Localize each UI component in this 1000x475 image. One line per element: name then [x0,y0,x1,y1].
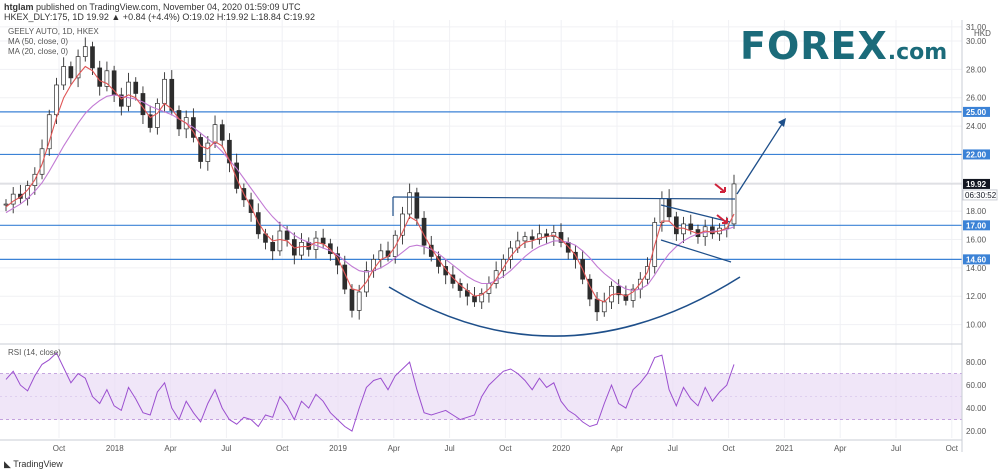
rsi-tick-label: 80.00 [966,358,987,367]
rsi-tick-label: 40.00 [966,404,987,413]
rounding-bottom-arc[interactable] [388,276,741,337]
time-tick-label: Jul [891,444,901,453]
candle-body [61,66,66,86]
price-tick-label: 16.00 [966,236,987,245]
time-tick-label: Apr [164,444,177,453]
candle-body [46,114,52,150]
candle-body [90,46,95,69]
tradingview-icon: ◣ [4,459,11,469]
last-price-text: 19.92 [966,180,987,189]
level-badge-text: 25.00 [966,108,987,117]
candle-body [212,124,218,144]
candle-body [277,230,283,252]
level-badge: 22.00 [963,149,990,160]
rsi-tick-label: 60.00 [966,381,987,390]
time-tick-label: 2021 [776,444,794,453]
currency-label: HKD [974,29,991,38]
countdown-badge: 06:30:52 [962,189,998,201]
candle-body [284,230,290,240]
candle-body [472,295,477,303]
candle-body [313,237,319,250]
level-badge: 25.00 [963,106,990,117]
price-tick-label: 14.00 [966,264,987,273]
candle-body [82,46,88,57]
candle-body [169,78,175,111]
legend-ma50: MA (50, close, 0) [8,37,68,46]
time-tick-label: Apr [834,444,847,453]
candle-body [601,301,607,313]
candle-body [320,237,326,245]
time-tick-label: 2018 [106,444,124,453]
candle-body [349,288,355,311]
candle-body [594,298,600,313]
level-badge-text: 17.00 [966,221,987,230]
time-tick-label: Oct [722,444,735,453]
chart-title: GEELY AUTO, 1D, HKEX [8,27,99,36]
level-badge: 14.60 [963,254,990,265]
price-tick-label: 12.00 [966,292,987,301]
last-price-badge: 19.92 [963,178,990,189]
rsi-tick-label: 20.00 [966,427,987,436]
legend: GEELY AUTO, 1D, HKEX MA (50, close, 0) M… [8,27,991,357]
candle-body [674,216,679,235]
price-tick-label: 24.00 [966,122,987,131]
candle-body [219,124,225,141]
candle-body [126,81,131,107]
level-badge-text: 14.60 [966,255,987,264]
time-tick-label: Jul [668,444,678,453]
candle-body [529,236,535,240]
breakout-arrow-icon [714,183,726,193]
candle-body [198,137,203,162]
logo-suffix: .com [887,40,948,65]
candle-body [688,223,694,230]
candle-body [140,93,146,116]
level-badge: 17.00 [963,220,990,231]
time-tick-label: 2019 [329,444,347,453]
time-tick-label: 2020 [552,444,570,453]
candle-body [659,198,665,223]
price-tick-label: 18.00 [966,207,987,216]
price-tick-label: 10.00 [966,321,987,330]
candle-body [162,78,167,104]
candle-body [270,241,276,252]
candle-body [205,142,211,162]
candle-body [3,203,9,206]
level-badge-text: 22.00 [966,150,987,159]
horizontal-levels[interactable] [0,111,962,260]
tradingview-brand: TradingView [13,459,63,469]
time-tick-label: Oct [276,444,289,453]
candle-body [97,67,103,87]
time-tick-label: Oct [946,444,959,453]
time-tick-label: Apr [611,444,624,453]
forex-logo: FOREX.com [740,24,948,68]
legend-ma20: MA (20, close, 0) [8,47,68,56]
time-tick-label: Jul [444,444,454,453]
candle-body [378,250,384,260]
candle-body [356,291,362,311]
price-tick-label: 26.00 [966,94,987,103]
candle-body [68,66,74,79]
countdown-text: 06:30:52 [965,191,997,200]
candle-body [54,84,59,116]
price-tick-label: 28.00 [966,65,987,74]
price-chart[interactable]: 10.00 12.00 14.00 16.00 18.00 20.00 22.00 24.00… [0,0,1000,475]
rsi-title: RSI (14, close) [8,348,61,357]
time-tick-label: Oct [499,444,512,453]
candle-body [155,103,160,128]
tradingview-footer[interactable]: ◣ TradingView [4,459,63,470]
candle-body [522,236,528,242]
logo-wordmark: FOREX [740,24,888,68]
time-tick-label: Apr [388,444,401,453]
time-tick-label: Jul [221,444,231,453]
neckline[interactable] [392,196,736,200]
time-tick-label: Oct [53,444,66,453]
price-tick-label: 30.00 [966,37,987,46]
candle-body [407,192,412,215]
candles [3,37,737,322]
candle-body [508,247,513,260]
candle-body [133,81,139,94]
candle-body [299,241,304,256]
